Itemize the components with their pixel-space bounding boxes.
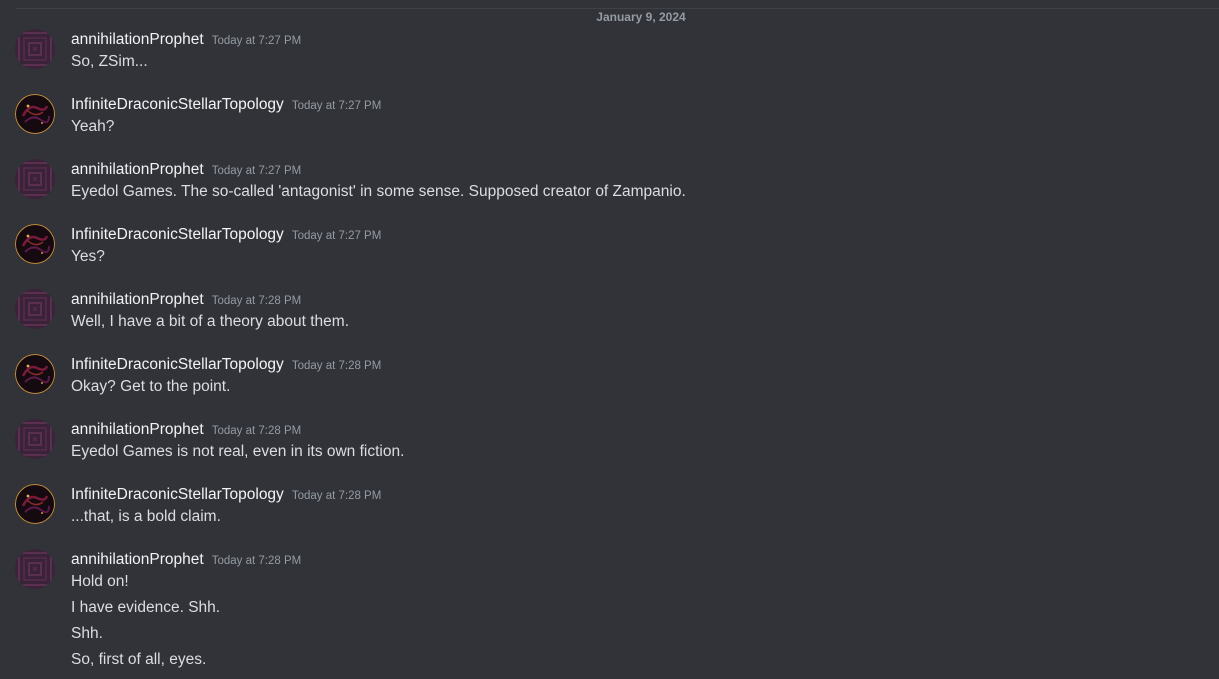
- message-text: Yes?: [71, 248, 105, 265]
- user-avatar-prophet[interactable]: [15, 159, 55, 199]
- message-text: Eyedol Games is not real, even in its ow…: [71, 443, 405, 460]
- message-header: InfiniteDraconicStellarTopology Today at …: [71, 224, 381, 246]
- message-timestamp[interactable]: Today at 7:27 PM: [212, 35, 302, 47]
- message-author[interactable]: InfiniteDraconicStellarTopology: [71, 356, 284, 373]
- message-content: So, ZSim...: [71, 51, 1199, 77]
- message-content: Hold on! I have evidence. Shh. Shh. So, fir…: [71, 571, 1199, 675]
- message-header: annihilationProphet Today at 7:28 PM: [71, 419, 301, 441]
- user-avatar-dragon[interactable]: [15, 484, 55, 524]
- message-content: Yeah?: [71, 116, 1199, 142]
- message-author[interactable]: InfiniteDraconicStellarTopology: [71, 486, 284, 503]
- message-header: annihilationProphet Today at 7:28 PM: [71, 289, 301, 311]
- message-text: Yeah?: [71, 118, 115, 135]
- user-avatar-dragon[interactable]: [15, 224, 55, 264]
- message-author[interactable]: annihilationProphet: [71, 161, 204, 178]
- message-header: annihilationProphet Today at 7:27 PM: [71, 29, 301, 51]
- user-avatar-prophet[interactable]: [15, 549, 55, 589]
- message-author[interactable]: InfiniteDraconicStellarTopology: [71, 226, 284, 243]
- user-avatar-prophet[interactable]: [15, 419, 55, 459]
- message-header: InfiniteDraconicStellarTopology Today at …: [71, 484, 381, 506]
- message-text: ...that, is a bold claim.: [71, 508, 221, 525]
- message-content: Okay? Get to the point.: [71, 376, 1199, 402]
- message-text: Well, I have a bit of a theory about the…: [71, 313, 350, 330]
- date-divider-label: January 9, 2024: [592, 9, 690, 25]
- message-timestamp[interactable]: Today at 7:28 PM: [212, 295, 302, 307]
- message-content: Well, I have a bit of a theory about the…: [71, 311, 1199, 337]
- message-text: Hold on!: [71, 573, 129, 590]
- message-text: I have evidence. Shh.: [71, 599, 221, 616]
- message-timestamp[interactable]: Today at 7:27 PM: [292, 230, 382, 242]
- message-content: Yes?: [71, 246, 1199, 272]
- message-timestamp[interactable]: Today at 7:28 PM: [212, 425, 302, 437]
- message-header: annihilationProphet Today at 7:28 PM: [71, 549, 301, 571]
- date-divider: January 9, 2024: [16, 8, 1219, 25]
- message-content: ...that, is a bold claim.: [71, 506, 1199, 532]
- message-content: Eyedol Games. The so-called 'antagonist'…: [71, 181, 1199, 207]
- message-text: So, first of all, eyes.: [71, 651, 207, 668]
- message-author[interactable]: annihilationProphet: [71, 291, 204, 308]
- message-author[interactable]: annihilationProphet: [71, 551, 204, 568]
- user-avatar-prophet[interactable]: [15, 29, 55, 69]
- message-text: Shh.: [71, 625, 103, 642]
- user-avatar-dragon[interactable]: [15, 94, 55, 134]
- message-header: InfiniteDraconicStellarTopology Today at …: [71, 94, 381, 116]
- user-avatar-dragon[interactable]: [15, 354, 55, 394]
- message-header: annihilationProphet Today at 7:27 PM: [71, 159, 301, 181]
- message-timestamp[interactable]: Today at 7:28 PM: [212, 555, 302, 567]
- message-timestamp[interactable]: Today at 7:28 PM: [292, 360, 382, 372]
- message-author[interactable]: annihilationProphet: [71, 31, 204, 48]
- message-author[interactable]: InfiniteDraconicStellarTopology: [71, 96, 284, 113]
- message-header: InfiniteDraconicStellarTopology Today at …: [71, 354, 381, 376]
- message-timestamp[interactable]: Today at 7:27 PM: [212, 165, 302, 177]
- user-avatar-prophet[interactable]: [15, 289, 55, 329]
- message-text: Okay? Get to the point.: [71, 378, 231, 395]
- message-author[interactable]: annihilationProphet: [71, 421, 204, 438]
- message-timestamp[interactable]: Today at 7:27 PM: [292, 100, 382, 112]
- message-timestamp[interactable]: Today at 7:28 PM: [292, 490, 382, 502]
- message-text: So, ZSim...: [71, 53, 148, 70]
- message-content: Eyedol Games is not real, even in its ow…: [71, 441, 1199, 467]
- message-text: Eyedol Games. The so-called 'antagonist'…: [71, 183, 686, 200]
- chat-message-list: January 9, 2024 annihilationProphet Today…: [0, 0, 1219, 679]
